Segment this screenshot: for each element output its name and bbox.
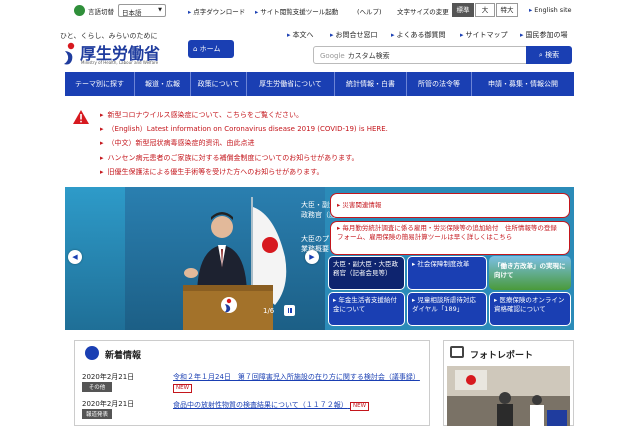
carousel-prev-button[interactable]: ◀ bbox=[68, 250, 82, 264]
carousel-next-button[interactable]: ▶ bbox=[305, 250, 319, 264]
pension-benefit-tile[interactable]: ▸ 年金生活者支援給付金について bbox=[328, 292, 405, 326]
news-date: 2020年2月21日 bbox=[82, 400, 135, 408]
font-size-xlarge-button[interactable]: 特大 bbox=[496, 3, 518, 17]
chevron-left-icon: ◀ bbox=[72, 253, 78, 261]
alert-link-hansen[interactable]: ▸ ハンセン病元患者のご家族に対する補償金制度についてのお知らせがあります。 bbox=[100, 153, 358, 163]
new-badge: NEW bbox=[350, 402, 370, 411]
carousel-pager: 1/6 bbox=[263, 307, 275, 315]
language-label: 言語切替 bbox=[88, 8, 114, 16]
news-date: 2020年2月21日 bbox=[82, 373, 135, 381]
nav-item-applications[interactable]: 申請・募集・情報公開 bbox=[472, 72, 574, 96]
main-carousel: 大臣・副大臣・大臣政務官（記者会見等） 大臣のプロフィールや業務概要 1/6 ◀… bbox=[65, 187, 574, 330]
help-link[interactable]: (ヘルプ) bbox=[357, 6, 382, 16]
pause-button[interactable] bbox=[284, 305, 295, 316]
skip-to-content-link[interactable]: ▸ 本文へ bbox=[287, 30, 314, 40]
arrow-icon: ▸ bbox=[255, 8, 259, 16]
monthly-labor-stats-tile[interactable]: ▸ 毎月勤労統計調査に係る雇用・労災保険等の追加給付 住所情報等の登録フォーム、… bbox=[330, 221, 570, 255]
alert-link-english[interactable]: ▸ （English）Latest information on Coronavi… bbox=[100, 124, 388, 134]
social-security-tile[interactable]: ▸ 社会保障制度改革 bbox=[407, 256, 487, 290]
minister-photo bbox=[125, 187, 325, 330]
language-select-value: 日本語 bbox=[122, 9, 142, 17]
arrow-icon: ▸ bbox=[100, 168, 104, 176]
faq-link[interactable]: ▸ よくある御質問 bbox=[391, 30, 446, 40]
child-abuse-dial-tile[interactable]: ▸ 児童相談所虐待対応ダイヤル「189」 bbox=[407, 292, 487, 326]
work-style-reform-tile[interactable]: 「働き方改革」の実現に向けて bbox=[489, 256, 571, 290]
alert-link-covid[interactable]: ▸ 新型コロナウイルス感染症について、こちらをご覧ください。 bbox=[100, 110, 303, 120]
arrow-icon: ▸ bbox=[520, 31, 524, 39]
search-placeholder: カスタム検索 bbox=[347, 52, 390, 60]
google-label: Google bbox=[320, 52, 345, 60]
chevron-right-icon: ▶ bbox=[309, 253, 315, 261]
news-item-link[interactable]: 令和２年１月24日 第７回障害児入所施設の在り方に関する検討会（議事録） NEW bbox=[173, 372, 423, 393]
search-input[interactable]: Google カスタム検索 bbox=[313, 46, 536, 64]
arrow-icon: ▸ bbox=[391, 31, 395, 39]
arrow-icon: ▸ bbox=[330, 31, 334, 39]
arrow-icon: ▸ bbox=[529, 6, 533, 14]
news-category-tag: その他 bbox=[82, 382, 112, 392]
public-participation-link[interactable]: ▸ 国民参加の場 bbox=[520, 30, 568, 40]
medical-insurance-tile[interactable]: ▸ 医療保険のオンライン資格確認について bbox=[489, 292, 571, 326]
alert-link-chinese[interactable]: ▸ （中文）新型冠状病毒感染症的资讯、由此点进 bbox=[100, 138, 255, 148]
home-button[interactable]: ⌂ ホーム bbox=[188, 40, 234, 58]
chevron-down-icon: ▼ bbox=[158, 7, 162, 13]
global-nav: テーマ別に探す 報道・広報 政策について 厚生労働省について 統計情報・白書 所… bbox=[65, 72, 574, 96]
arrow-icon: ▸ bbox=[100, 125, 104, 133]
minister-press-tile[interactable]: 大臣・副大臣・大臣政務官（記者会見等） bbox=[328, 256, 405, 290]
photo-report-image[interactable] bbox=[447, 366, 570, 426]
arrow-icon: ▸ bbox=[100, 139, 104, 147]
nav-item-press[interactable]: 報道・広報 bbox=[135, 72, 191, 96]
news-title: 新着情報 bbox=[105, 351, 142, 361]
news-item-link[interactable]: 食品中の放射性物質の検査結果について（１１７２報） NEW bbox=[173, 400, 423, 411]
font-size-standard-button[interactable]: 標準 bbox=[452, 3, 474, 17]
globe-icon bbox=[74, 5, 85, 16]
sitemap-link[interactable]: ▸ サイトマップ bbox=[460, 30, 508, 40]
photo-icon bbox=[450, 346, 464, 358]
logo-subtitle: Ministry of Health, Labour and Welfare bbox=[81, 60, 159, 65]
home-icon: ⌂ bbox=[193, 45, 200, 53]
news-category-tag: 報道発表 bbox=[82, 409, 112, 419]
arrow-icon: ▸ bbox=[287, 31, 291, 39]
warning-icon bbox=[73, 110, 89, 124]
ministry-logo-icon bbox=[64, 42, 75, 65]
arrow-icon: ▸ bbox=[100, 111, 104, 119]
nav-item-policy[interactable]: 政策について bbox=[191, 72, 247, 96]
font-size-label: 文字サイズの変更 bbox=[397, 8, 449, 16]
contact-link[interactable]: ▸ お問合せ窓口 bbox=[330, 30, 378, 40]
arrow-icon: ▸ bbox=[460, 31, 464, 39]
photo-report-title: フォトレポート bbox=[470, 351, 534, 361]
nav-item-laws[interactable]: 所管の法令等 bbox=[407, 72, 472, 96]
nav-item-statistics[interactable]: 統計情報・白書 bbox=[335, 72, 407, 96]
language-select[interactable]: 日本語 ▼ bbox=[118, 4, 166, 17]
nav-item-themes[interactable]: テーマ別に探す bbox=[65, 72, 135, 96]
new-badge: NEW bbox=[173, 384, 193, 393]
arrow-icon: ▸ bbox=[100, 154, 104, 162]
nav-item-about[interactable]: 厚生労働省について bbox=[247, 72, 335, 96]
accessibility-tool-link[interactable]: ▸ サイト閲覧支援ツール起動 bbox=[255, 6, 338, 16]
news-icon bbox=[85, 346, 99, 360]
arrow-icon: ▸ bbox=[188, 8, 192, 16]
braille-download-link[interactable]: ▸ 点字ダウンロード bbox=[188, 6, 245, 16]
english-site-link[interactable]: ▸ English site bbox=[529, 6, 572, 14]
alert-link-eugenics[interactable]: ▸ 旧優生保護法による優生手術等を受けた方へのお知らせがあります。 bbox=[100, 167, 323, 177]
disaster-info-tile[interactable]: ▸ 災害関連情報 bbox=[330, 193, 570, 218]
search-button[interactable]: ⌕ 検索 bbox=[526, 46, 572, 64]
font-size-large-button[interactable]: 大 bbox=[475, 3, 495, 17]
